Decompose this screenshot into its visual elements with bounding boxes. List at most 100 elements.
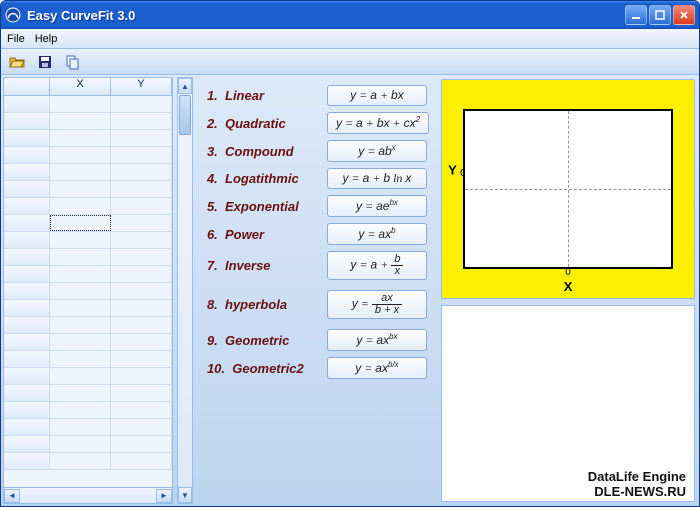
row-header[interactable] [4, 419, 50, 435]
table-row[interactable] [4, 368, 172, 385]
row-header[interactable] [4, 113, 50, 129]
model-equation-button[interactable]: y = a + bx + cx2 [327, 112, 429, 134]
cell-y[interactable] [111, 385, 172, 401]
model-equation-button[interactable]: y = axbx [327, 329, 427, 351]
row-header[interactable] [4, 436, 50, 452]
table-row[interactable] [4, 130, 172, 147]
row-header[interactable] [4, 283, 50, 299]
models-vscrollbar[interactable]: ▲ ▼ [177, 77, 193, 504]
cell-x[interactable] [50, 249, 111, 265]
cell-y[interactable] [111, 368, 172, 384]
row-header[interactable] [4, 266, 50, 282]
cell-x[interactable] [50, 453, 111, 469]
cell-x[interactable] [50, 266, 111, 282]
row-header[interactable] [4, 249, 50, 265]
model-equation-button[interactable]: y = a + b ln x [327, 168, 427, 189]
table-row[interactable] [4, 300, 172, 317]
table-row[interactable] [4, 436, 172, 453]
table-row[interactable] [4, 249, 172, 266]
row-header[interactable] [4, 232, 50, 248]
row-header[interactable] [4, 147, 50, 163]
model-equation-button[interactable]: y = abx [327, 140, 427, 162]
row-header[interactable] [4, 351, 50, 367]
row-header[interactable] [4, 300, 50, 316]
cell-y[interactable] [111, 266, 172, 282]
model-equation-button[interactable]: y = a + bx [327, 251, 427, 280]
save-button[interactable] [35, 52, 55, 72]
row-header[interactable] [4, 385, 50, 401]
row-header[interactable] [4, 181, 50, 197]
row-header[interactable] [4, 198, 50, 214]
table-row[interactable] [4, 385, 172, 402]
maximize-button[interactable] [649, 5, 671, 25]
cell-x[interactable] [50, 351, 111, 367]
row-header[interactable] [4, 130, 50, 146]
table-row[interactable] [4, 164, 172, 181]
row-header[interactable] [4, 334, 50, 350]
cell-x[interactable] [50, 181, 111, 197]
model-equation-button[interactable]: y = axb + x [327, 290, 427, 319]
cell-x[interactable] [50, 334, 111, 350]
cell-y[interactable] [111, 232, 172, 248]
table-row[interactable] [4, 113, 172, 130]
cell-y[interactable] [111, 130, 172, 146]
scroll-thumb[interactable] [179, 95, 191, 135]
cell-x[interactable] [50, 283, 111, 299]
table-row[interactable] [4, 402, 172, 419]
cell-y[interactable] [111, 147, 172, 163]
cell-y[interactable] [111, 96, 172, 112]
open-button[interactable] [7, 52, 27, 72]
copy-button[interactable] [63, 52, 83, 72]
cell-y[interactable] [111, 402, 172, 418]
close-button[interactable] [673, 5, 695, 25]
table-row[interactable] [4, 215, 172, 232]
model-equation-button[interactable]: y = axb [327, 223, 427, 245]
row-header[interactable] [4, 164, 50, 180]
cell-x[interactable] [50, 232, 111, 248]
scroll-right-button[interactable]: ► [156, 489, 172, 503]
cell-y[interactable] [111, 249, 172, 265]
grid-col-y[interactable]: Y [111, 78, 172, 95]
table-row[interactable] [4, 419, 172, 436]
cell-x[interactable] [50, 96, 111, 112]
grid-col-x[interactable]: X [50, 78, 111, 95]
row-header[interactable] [4, 368, 50, 384]
table-row[interactable] [4, 334, 172, 351]
model-equation-button[interactable]: y = a + bx [327, 85, 427, 106]
cell-y[interactable] [111, 351, 172, 367]
minimize-button[interactable] [625, 5, 647, 25]
model-equation-button[interactable]: y = aebx [327, 195, 427, 217]
cell-y[interactable] [111, 419, 172, 435]
cell-y[interactable] [111, 317, 172, 333]
grid-body[interactable] [4, 96, 172, 487]
cell-y[interactable] [111, 198, 172, 214]
table-row[interactable] [4, 453, 172, 470]
scroll-track[interactable] [20, 489, 156, 503]
table-row[interactable] [4, 181, 172, 198]
cell-y[interactable] [111, 113, 172, 129]
cell-y[interactable] [111, 334, 172, 350]
cell-x[interactable] [50, 402, 111, 418]
cell-y[interactable] [111, 181, 172, 197]
cell-y[interactable] [111, 436, 172, 452]
grid-hscrollbar[interactable]: ◄ ► [4, 487, 172, 503]
cell-y[interactable] [111, 453, 172, 469]
table-row[interactable] [4, 232, 172, 249]
cell-x[interactable] [50, 215, 111, 231]
cell-y[interactable] [111, 215, 171, 231]
row-header[interactable] [4, 215, 50, 231]
cell-x[interactable] [50, 385, 111, 401]
cell-x[interactable] [50, 317, 111, 333]
row-header[interactable] [4, 402, 50, 418]
table-row[interactable] [4, 317, 172, 334]
cell-x[interactable] [50, 436, 111, 452]
cell-y[interactable] [111, 164, 172, 180]
menu-help[interactable]: Help [35, 33, 58, 45]
cell-y[interactable] [111, 283, 172, 299]
row-header[interactable] [4, 317, 50, 333]
cell-x[interactable] [50, 130, 111, 146]
menu-file[interactable]: File [7, 33, 25, 45]
table-row[interactable] [4, 351, 172, 368]
cell-x[interactable] [50, 300, 111, 316]
cell-x[interactable] [50, 147, 111, 163]
